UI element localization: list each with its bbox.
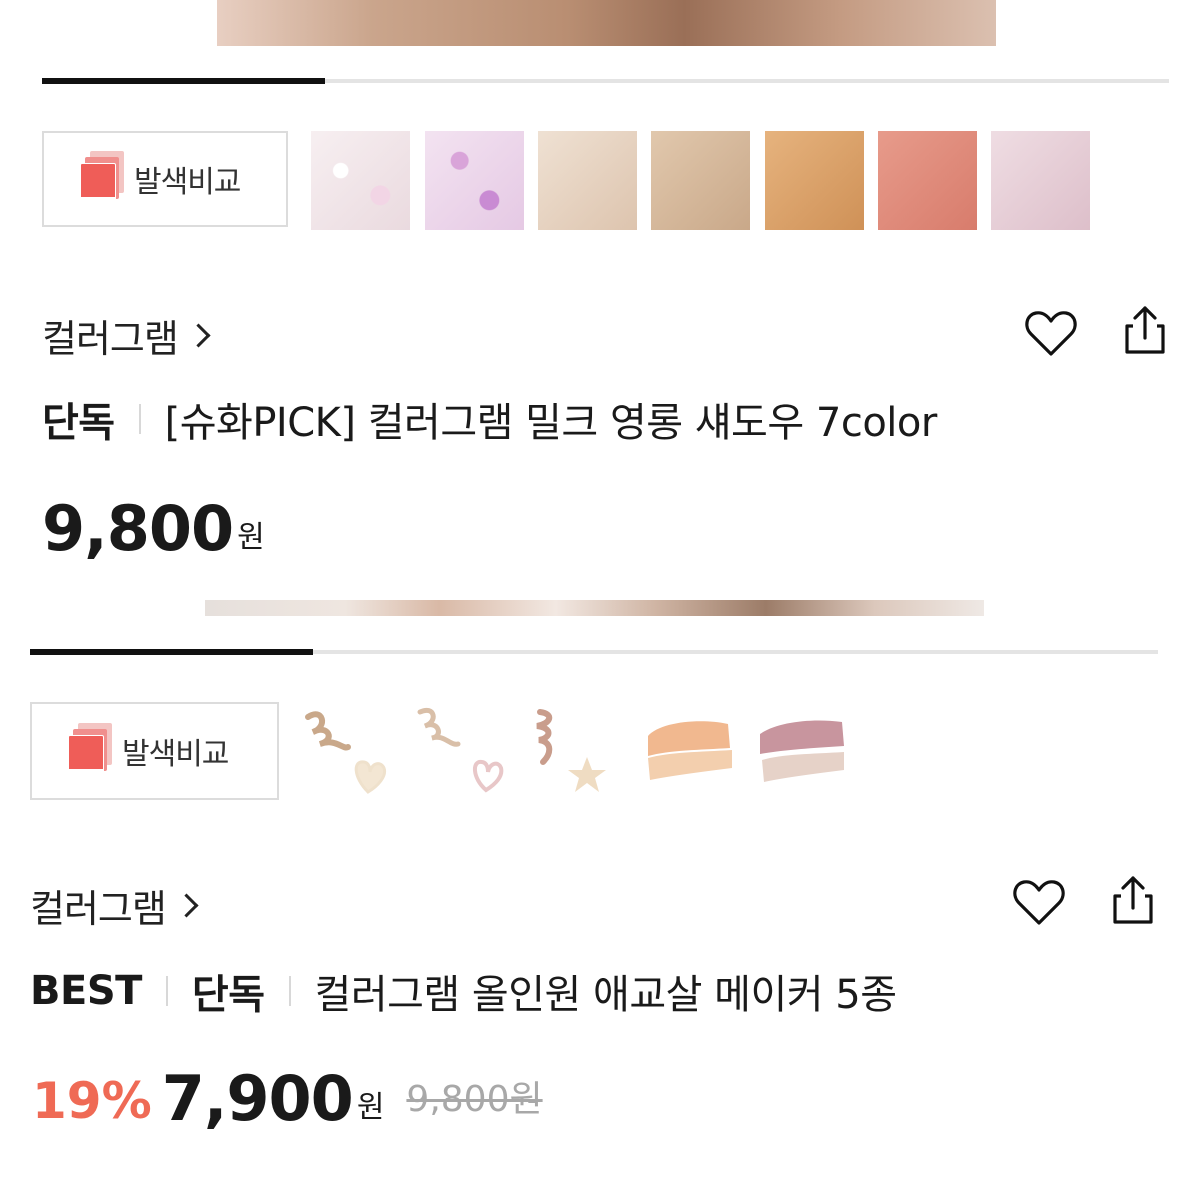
divider <box>165 976 168 1006</box>
color-swatch[interactable] <box>651 131 750 230</box>
tag-best: BEST <box>30 968 142 1014</box>
original-price: 9,800원 <box>406 1079 543 1120</box>
compare-colors-label: 발색비교 <box>134 165 241 200</box>
chevron-right-icon <box>174 893 199 918</box>
color-chip-icon <box>68 723 112 779</box>
compare-colors-label: 발색비교 <box>122 737 229 772</box>
chevron-right-icon <box>186 323 211 348</box>
color-swatch[interactable] <box>311 131 410 230</box>
product-image-1[interactable] <box>217 0 996 46</box>
product-title: [슈화PICK] 컬러그램 밀크 영롱 섀도우 7color <box>164 400 938 446</box>
price-currency: 원 <box>356 1090 385 1125</box>
color-chip-icon <box>80 151 124 207</box>
price-value: 9,800 <box>42 492 234 565</box>
price-currency: 원 <box>237 520 265 555</box>
share-icon[interactable] <box>1104 872 1162 930</box>
color-swatch[interactable] <box>640 708 740 798</box>
price-block: 19% 7,900 원 9,800원 <box>32 1068 543 1130</box>
product-title-line[interactable]: BEST 단독 컬러그램 올인원 애교살 메이커 5종 <box>30 962 897 1020</box>
heart-icon[interactable] <box>1022 304 1080 362</box>
tag-exclusive: 단독 <box>191 972 265 1018</box>
tag-exclusive: 단독 <box>42 400 115 446</box>
product-title-line[interactable]: 단독 [슈화PICK] 컬러그램 밀크 영롱 섀도우 7color <box>42 390 937 448</box>
price-value: 7,900 <box>161 1062 354 1135</box>
brand-name: 컬러그램 <box>42 317 179 361</box>
brand-name: 컬러그램 <box>30 887 167 931</box>
image-slider-indicator <box>30 649 313 655</box>
compare-colors-button[interactable]: 발색비교 <box>42 131 288 227</box>
heart-icon[interactable] <box>1010 873 1068 931</box>
color-swatch[interactable] <box>298 702 398 802</box>
color-swatch[interactable] <box>425 131 524 230</box>
color-swatch[interactable] <box>991 131 1090 230</box>
image-slider-indicator <box>42 78 325 84</box>
compare-colors-button[interactable]: 발색비교 <box>30 702 279 800</box>
color-swatch[interactable] <box>878 131 977 230</box>
color-swatch[interactable] <box>752 708 852 798</box>
color-swatch[interactable] <box>765 131 864 230</box>
color-swatch[interactable] <box>525 702 625 802</box>
brand-link[interactable]: 컬러그램 <box>42 308 211 363</box>
price-block: 9,800 원 <box>42 498 265 560</box>
product-title: 컬러그램 올인원 애교살 메이커 5종 <box>314 972 898 1018</box>
color-swatch[interactable] <box>538 131 637 230</box>
divider <box>288 976 291 1006</box>
color-swatch[interactable] <box>410 702 510 802</box>
brand-link[interactable]: 컬러그램 <box>30 878 199 933</box>
share-icon[interactable] <box>1116 302 1174 360</box>
divider <box>138 404 141 434</box>
discount-rate: 19% <box>32 1072 152 1130</box>
product-image-2[interactable] <box>205 600 984 616</box>
